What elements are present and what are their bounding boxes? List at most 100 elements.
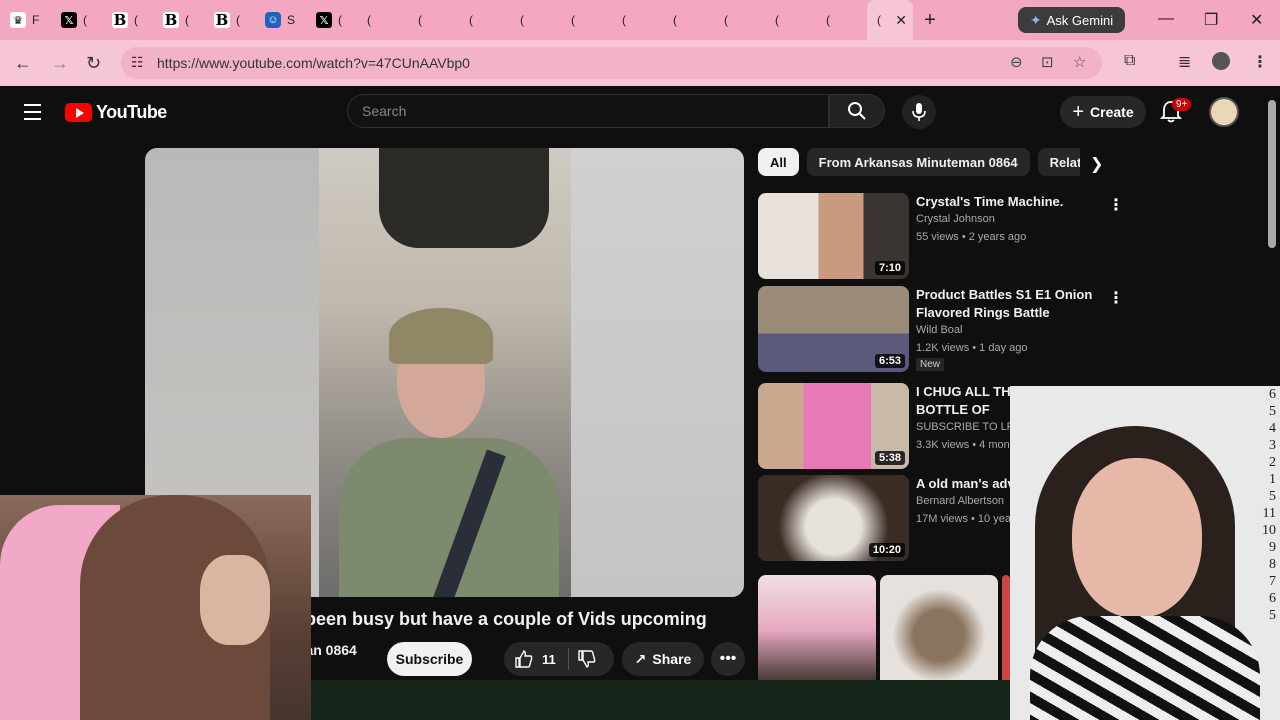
subscribe-button[interactable]: Subscribe	[387, 642, 472, 676]
list-item[interactable]: 6:53 Product Battles S1 E1 Onion Flavore…	[758, 286, 1124, 372]
rec-channel[interactable]: Crystal Johnson	[916, 213, 995, 225]
tab-active[interactable]: ( ✕	[867, 0, 913, 40]
browser-tab[interactable]: (	[408, 0, 459, 98]
browser-tab[interactable]: B(	[153, 0, 204, 40]
voice-search-button[interactable]	[902, 95, 936, 129]
browser-tab[interactable]: (	[510, 0, 561, 98]
scrollbar-thumb[interactable]	[1268, 100, 1276, 248]
create-button[interactable]: + Create	[1060, 96, 1146, 128]
new-tab-button[interactable]: +	[913, 9, 947, 32]
browser-tab[interactable]: B(	[204, 0, 255, 40]
minimize-icon[interactable]: —	[1158, 10, 1174, 28]
browser-tab[interactable]: (	[714, 0, 765, 98]
browser-tab[interactable]: (	[357, 0, 408, 98]
logo-text: YouTube	[96, 102, 167, 122]
browser-tab[interactable]: 𝕏(	[306, 0, 357, 40]
close-icon[interactable]: ✕	[895, 12, 907, 29]
omnibox[interactable]: ☷ https://www.youtube.com/watch?v=47CUnA…	[121, 47, 1102, 79]
short-thumbnail[interactable]	[758, 575, 876, 685]
search-button[interactable]	[829, 94, 885, 128]
chip-from-channel[interactable]: From Arkansas Minuteman 0864	[806, 148, 1030, 176]
like-divider	[567, 648, 569, 670]
tab-title: (	[571, 13, 575, 27]
zoom-icon[interactable]: ⊖	[1010, 53, 1023, 71]
tab-title: (	[134, 13, 138, 27]
tab-title: (	[520, 13, 524, 27]
browser-tab[interactable]: (	[561, 0, 612, 98]
hamburger-menu-icon[interactable]	[24, 104, 41, 125]
rec-channel[interactable]: Bernard Albertson	[916, 495, 1004, 507]
scale-mark: 2	[1269, 455, 1276, 470]
kebab-menu-icon[interactable]: ⋮	[1108, 288, 1124, 308]
forward-arrow-icon[interactable]: →	[51, 53, 69, 74]
video-thumbnail[interactable]: 10:20	[758, 475, 909, 561]
browser-tab[interactable]: ♛ F	[0, 0, 51, 40]
reload-icon[interactable]: ↻	[86, 53, 101, 74]
notification-badge: 9+	[1172, 98, 1192, 111]
thumbs-up-icon[interactable]	[514, 649, 534, 669]
chip-related[interactable]: Related	[1037, 148, 1080, 176]
s-icon: ☺	[265, 12, 281, 28]
list-item[interactable]: 7:10 Crystal's Time Machine. Crystal Joh…	[758, 193, 1124, 279]
microphone-icon	[912, 103, 926, 121]
duration-badge: 10:20	[868, 543, 905, 557]
restore-icon[interactable]: ❐	[1204, 10, 1218, 30]
browser-tab[interactable]: ☺ S	[255, 0, 306, 40]
browser-tab[interactable]: (	[816, 0, 867, 98]
browser-tab[interactable]: (	[459, 0, 510, 98]
site-info-icon[interactable]: ☷	[131, 54, 144, 71]
media-controls-icon[interactable]: ≣	[1178, 52, 1191, 72]
share-button[interactable]: ↗ Share	[622, 642, 704, 676]
browser-tab[interactable]: 𝕏(	[51, 0, 102, 40]
youtube-play-icon	[65, 103, 92, 122]
extensions-icon[interactable]: ⧉	[1124, 52, 1135, 70]
video-thumbnail[interactable]: 7:10	[758, 193, 909, 279]
rec-channel[interactable]: SUBSCRIBE TO LR	[916, 421, 1015, 433]
more-actions-button[interactable]: •••	[711, 642, 745, 676]
x-icon: 𝕏	[316, 12, 332, 28]
youtube-logo[interactable]: YouTube	[65, 102, 167, 123]
create-label: Create	[1090, 104, 1134, 120]
back-arrow-icon[interactable]: ←	[14, 53, 32, 74]
scale-mark: 10	[1262, 523, 1276, 538]
browser-tab[interactable]: (	[663, 0, 714, 98]
rec-meta: 17M views • 10 yea	[916, 513, 1011, 525]
streamer-face	[200, 555, 270, 645]
short-thumbnail[interactable]	[1002, 575, 1010, 685]
photo-overlay: 6 5 4 3 2 1 5 11 10 9 8 7 6 5	[1010, 386, 1280, 720]
tab-title: (	[367, 13, 371, 27]
search-input[interactable]: Search	[347, 94, 829, 128]
rec-channel[interactable]: Wild Boal	[916, 324, 962, 336]
url-text[interactable]: https://www.youtube.com/watch?v=47CUnAAV…	[157, 55, 470, 71]
video-thumbnail[interactable]: 5:38	[758, 383, 909, 469]
tab-title: (	[83, 13, 87, 27]
person-cap	[389, 308, 493, 364]
photo-face	[1072, 458, 1202, 618]
avatar[interactable]	[1209, 97, 1239, 127]
profile-icon[interactable]	[1212, 52, 1230, 70]
thumbs-down-icon[interactable]	[577, 649, 597, 669]
close-window-icon[interactable]: ✕	[1250, 10, 1263, 30]
browser-tab[interactable]: (	[765, 0, 816, 98]
scale-mark: 9	[1269, 540, 1276, 555]
search-icon	[848, 102, 866, 120]
rec-title[interactable]: Crystal's Time Machine.	[916, 193, 1096, 211]
install-icon[interactable]: ⊡	[1041, 53, 1054, 71]
browser-tab[interactable]: B(	[102, 0, 153, 40]
b-icon: B	[214, 11, 230, 29]
video-thumbnail[interactable]: 6:53	[758, 286, 909, 372]
tab-title: (	[877, 13, 881, 27]
ask-gemini-button[interactable]: ✦ Ask Gemini	[1018, 7, 1125, 33]
browser-tab[interactable]: (	[612, 0, 663, 98]
short-thumbnail[interactable]	[880, 575, 998, 685]
tab-title: (	[418, 13, 422, 27]
chevron-right-icon[interactable]: ❯	[1090, 154, 1103, 174]
kebab-menu-icon[interactable]: ⋮	[1252, 52, 1268, 72]
like-count: 11	[542, 651, 556, 667]
bookmark-star-icon[interactable]: ☆	[1073, 53, 1086, 71]
scale-mark: 11	[1262, 506, 1276, 521]
ask-gemini-label: Ask Gemini	[1046, 12, 1114, 28]
rec-title[interactable]: Product Battles S1 E1 Onion Flavored Rin…	[916, 286, 1096, 322]
kebab-menu-icon[interactable]: ⋮	[1108, 195, 1124, 215]
chip-all[interactable]: All	[758, 148, 799, 176]
